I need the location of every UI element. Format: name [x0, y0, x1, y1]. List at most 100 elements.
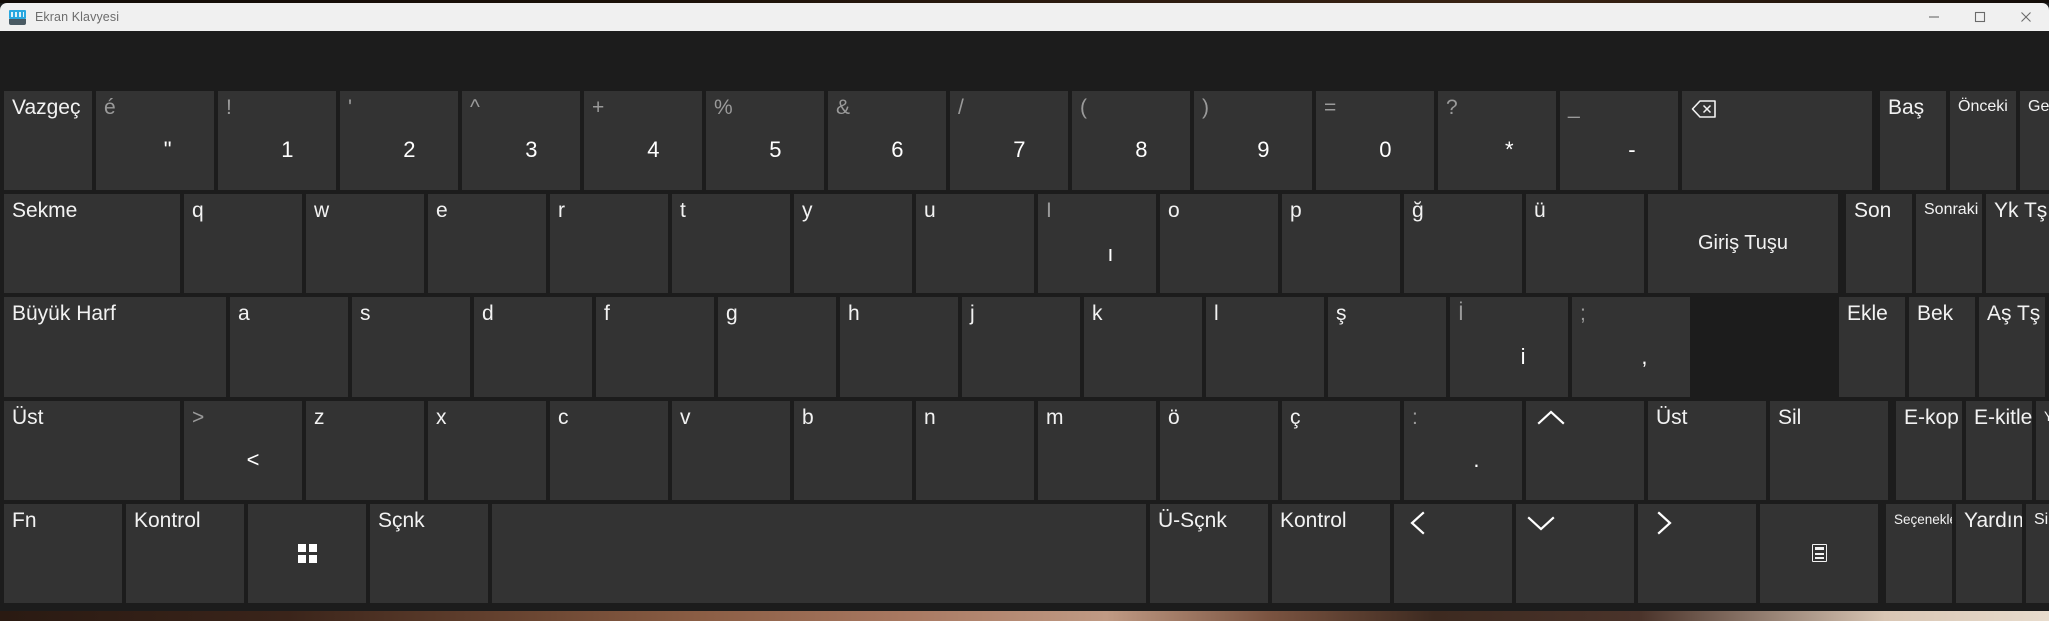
key-navigation[interactable]: Gezinti [2020, 91, 2049, 191]
key-key-s-cedilla[interactable]: ş [1328, 297, 1446, 397]
key-print-screen[interactable]: E-kop [1896, 400, 1962, 500]
key-pause[interactable]: Bek [1909, 297, 1975, 397]
key-space[interactable] [492, 503, 1146, 604]
key-key-m[interactable]: m [1038, 400, 1156, 500]
key-key-z[interactable]: z [306, 400, 424, 500]
key-delete[interactable]: Sil [1770, 400, 1888, 500]
key-key-v[interactable]: v [672, 400, 790, 500]
key-alt-left[interactable]: Sçnk [370, 503, 488, 604]
key-shift-right[interactable]: Üst [1648, 400, 1766, 500]
key-digit-9[interactable]: ) 9 [1194, 91, 1312, 191]
key-primary-label: 7 [1013, 137, 1026, 163]
key-key-b[interactable]: b [794, 400, 912, 500]
key-scroll-up[interactable]: Yk Tş [1986, 194, 2049, 294]
key-home[interactable]: Baş [1880, 91, 1946, 191]
key-key-o-umlaut[interactable]: ö [1160, 400, 1278, 500]
key-primary-label: 1 [281, 137, 294, 163]
key-primary-label: t [680, 199, 686, 223]
key-alt-gr[interactable]: Ü-Sçnk [1150, 503, 1268, 604]
key-key-s[interactable]: s [352, 297, 470, 397]
key-key-n[interactable]: n [916, 400, 1034, 500]
key-arrow-right[interactable] [1638, 503, 1756, 604]
key-key-p[interactable]: p [1282, 194, 1400, 294]
key-asterisk[interactable]: ? * [1438, 91, 1556, 191]
key-key-r[interactable]: r [550, 194, 668, 294]
arrow-left-icon [1404, 510, 1434, 536]
key-scroll-down[interactable]: Aş Tş [1979, 297, 2045, 397]
key-primary-label: m [1046, 405, 1064, 429]
key-fade[interactable]: Silinerek [2026, 503, 2049, 604]
key-page-down[interactable]: Sonraki [1916, 194, 1982, 294]
key-context-menu[interactable] [1760, 503, 1878, 604]
key-tab[interactable]: Sekme [4, 194, 180, 294]
key-place[interactable]: Yerleştir [2036, 400, 2049, 500]
key-key-period[interactable]: :. [1404, 400, 1522, 500]
key-key-u[interactable]: u [916, 194, 1034, 294]
key-shift-left[interactable]: Üst [4, 400, 180, 500]
key-key-l[interactable]: l [1206, 297, 1324, 397]
key-fn[interactable]: Fn [4, 503, 122, 604]
key-key-q[interactable]: q [184, 194, 302, 294]
key-arrow-down[interactable] [1516, 503, 1634, 604]
key-key-f[interactable]: f [596, 297, 714, 397]
key-key-less-greater[interactable]: > < [184, 400, 302, 500]
key-key-d[interactable]: d [474, 297, 592, 397]
key-digit-0[interactable]: = 0 [1316, 91, 1434, 191]
key-quote[interactable]: é " [96, 91, 214, 191]
key-key-w[interactable]: w [306, 194, 424, 294]
key-digit-6[interactable]: & 6 [828, 91, 946, 191]
minimize-button[interactable] [1911, 3, 1957, 31]
key-primary-label: 9 [1257, 137, 1270, 163]
key-minus[interactable]: _ - [1560, 91, 1678, 191]
close-button[interactable] [2003, 3, 2049, 31]
key-primary-label: 0 [1379, 137, 1392, 163]
key-key-c[interactable]: c [550, 400, 668, 500]
key-digit-3[interactable]: ^ 3 [462, 91, 580, 191]
key-options[interactable]: Seçenekler [1886, 503, 1952, 604]
key-digit-1[interactable]: ! 1 [218, 91, 336, 191]
key-arrow-up[interactable] [1526, 400, 1644, 500]
key-scroll-lock[interactable]: E-kitle [1966, 400, 2032, 500]
key-ctrl-left[interactable]: Kontrol [126, 503, 244, 604]
key-ctrl-right[interactable]: Kontrol [1272, 503, 1390, 604]
key-key-x[interactable]: x [428, 400, 546, 500]
key-end[interactable]: Son [1846, 194, 1912, 294]
key-key-a[interactable]: a [230, 297, 348, 397]
maximize-button[interactable] [1957, 3, 2003, 31]
key-key-e[interactable]: e [428, 194, 546, 294]
key-insert[interactable]: Ekle [1839, 297, 1905, 397]
key-key-o[interactable]: o [1160, 194, 1278, 294]
key-key-dotless-i[interactable]: Iı [1038, 194, 1156, 294]
key-key-t[interactable]: t [672, 194, 790, 294]
key-primary-label: v [680, 405, 691, 429]
key-enter[interactable]: Giriş Tuşu [1648, 194, 1838, 294]
key-secondary-label: & [836, 96, 851, 119]
key-key-j[interactable]: j [962, 297, 1080, 397]
key-digit-7[interactable]: /7 [950, 91, 1068, 191]
key-caps-lock[interactable]: Büyük Harf [4, 297, 226, 397]
key-key-g-breve[interactable]: ğ [1404, 194, 1522, 294]
key-primary-label: y [802, 199, 813, 223]
key-primary-label: i [1520, 343, 1526, 369]
key-arrow-left[interactable] [1394, 503, 1512, 604]
key-key-k[interactable]: k [1084, 297, 1202, 397]
key-primary-label: s [360, 302, 371, 326]
key-windows[interactable] [248, 503, 366, 604]
key-key-i[interactable]: İi [1450, 297, 1568, 397]
key-key-h[interactable]: h [840, 297, 958, 397]
key-backspace[interactable] [1682, 91, 1872, 191]
key-key-c-cedilla[interactable]: ç [1282, 400, 1400, 500]
key-primary-label: k [1092, 302, 1103, 326]
key-help[interactable]: Yardım [1956, 503, 2022, 604]
key-key-comma[interactable]: ;, [1572, 297, 1690, 397]
key-digit-5[interactable]: % 5 [706, 91, 824, 191]
key-esc[interactable]: Vazgeç [4, 91, 92, 191]
key-primary-label: d [482, 302, 494, 326]
key-digit-8[interactable]: (8 [1072, 91, 1190, 191]
key-page-up[interactable]: Önceki [1950, 91, 2016, 191]
key-digit-2[interactable]: ' 2 [340, 91, 458, 191]
key-key-g[interactable]: g [718, 297, 836, 397]
key-key-u-umlaut[interactable]: ü [1526, 194, 1644, 294]
key-digit-4[interactable]: +4 [584, 91, 702, 191]
key-key-y[interactable]: y [794, 194, 912, 294]
